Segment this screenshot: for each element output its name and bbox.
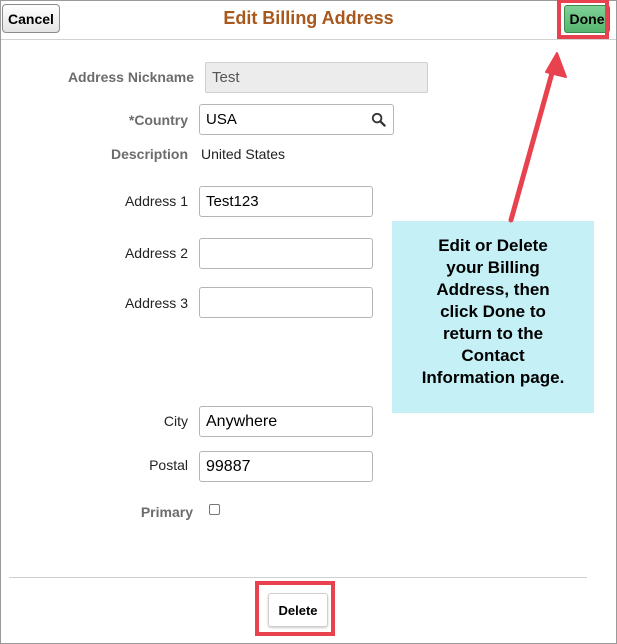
arrow-icon xyxy=(508,52,567,223)
done-highlight-box xyxy=(557,0,609,39)
dialog-frame: Cancel Edit Billing Address Address Nick… xyxy=(0,0,617,644)
